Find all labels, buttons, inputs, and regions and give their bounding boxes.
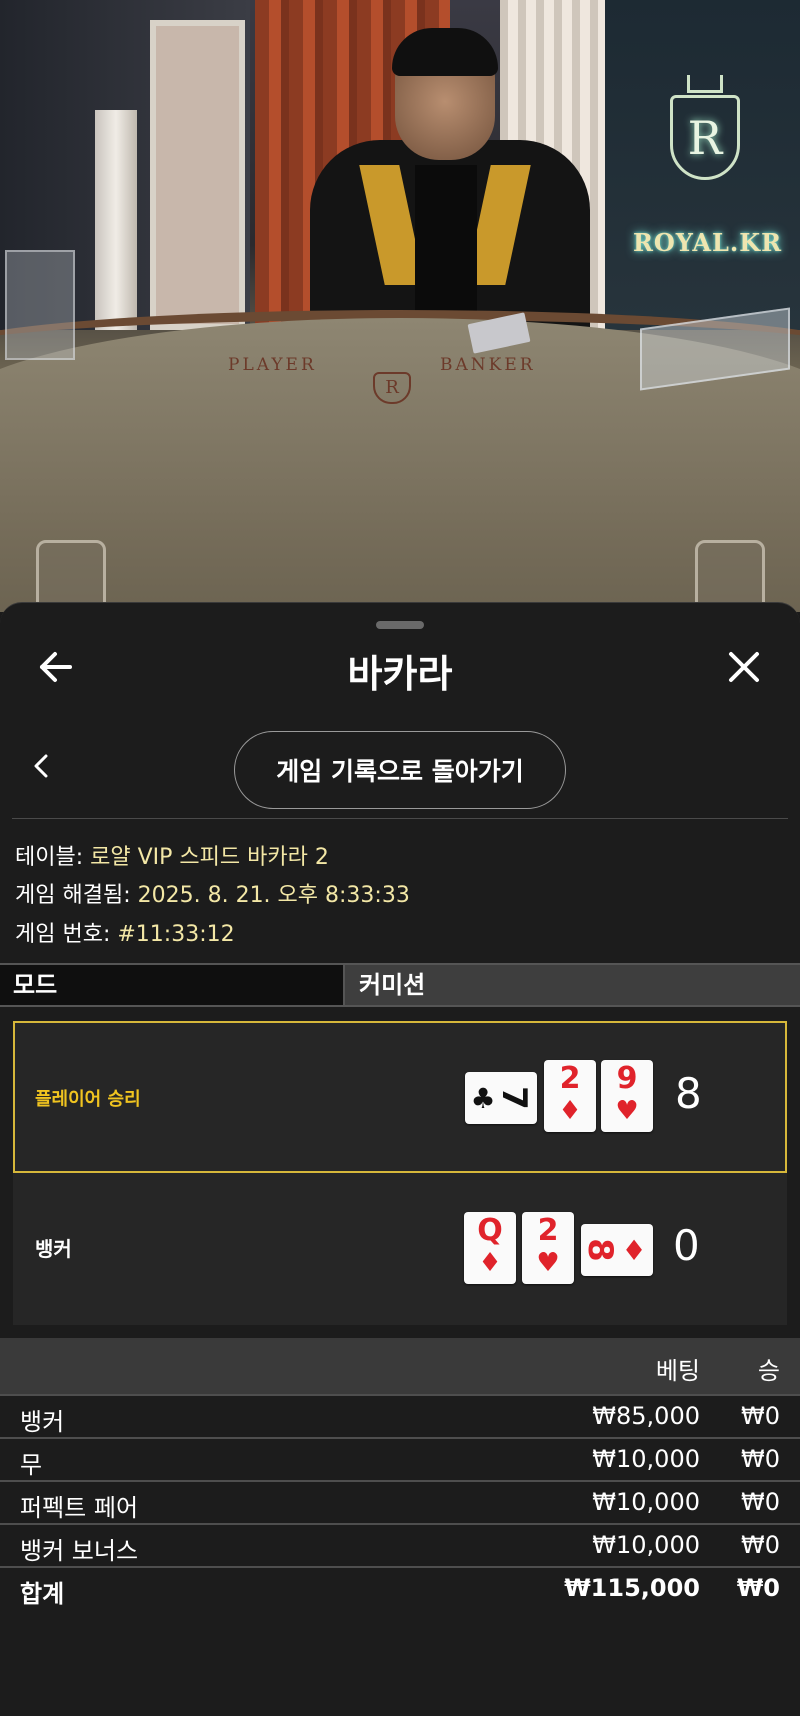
table-info: 테이블: 로얄 VIP 스피드 바카라 2 <box>15 839 329 871</box>
total-bet-amount: ₩115,000 <box>564 1574 700 1602</box>
bet-amount: ₩10,000 <box>592 1445 700 1473</box>
player-hand-label: 플레이어 승리 <box>35 1089 141 1110</box>
card-suit: ♦ <box>621 1234 646 1267</box>
close-icon[interactable] <box>724 647 764 687</box>
royal-crest-logo: R <box>650 75 760 205</box>
bet-name: 뱅커 보너스 <box>20 1537 139 1565</box>
bet-name: 뱅커 <box>20 1408 65 1436</box>
banker-hand-label: 뱅커 <box>35 1237 72 1261</box>
playing-card: ♣ 7 <box>465 1072 537 1124</box>
card-rank: 7 <box>494 1086 534 1110</box>
crest-shield: R <box>670 95 740 180</box>
resolved-info-label: 게임 해결됨: <box>15 883 138 908</box>
card-suit: ♦ <box>478 1248 502 1278</box>
bet-amount: ₩85,000 <box>592 1402 700 1430</box>
table-banker-text: BANKER <box>440 355 536 375</box>
discard-tray <box>5 250 75 360</box>
video-pillar <box>95 110 137 330</box>
playing-card: Q ♦ <box>464 1212 516 1284</box>
table-info-value: 로얄 VIP 스피드 바카라 2 <box>90 845 329 870</box>
game-history-sheet: 바카라 게임 기록으로 돌아가기 테이블: 로얄 VIP 스피드 바카라 2 게… <box>0 602 800 1716</box>
banker-score: 0 <box>673 1221 700 1270</box>
player-hand: 플레이어 승리 ♣ 7 2 ♦ 9 ♥ 8 <box>13 1021 787 1173</box>
win-column-header: 승 <box>757 1357 780 1385</box>
win-amount: ₩0 <box>741 1402 780 1430</box>
playing-card: 2 ♦ <box>544 1060 596 1132</box>
playing-card: 8 ♦ <box>580 1224 653 1276</box>
table-row: 무 ₩10,000 ₩0 <box>0 1437 800 1479</box>
mode-row: 모드 커미션 <box>0 963 800 1007</box>
mode-value: 커미션 <box>345 965 800 1005</box>
total-label: 합계 <box>20 1580 65 1608</box>
win-amount: ₩0 <box>741 1488 780 1516</box>
card-suit: ♣ <box>470 1082 495 1115</box>
table-row: 퍼펙트 페어 ₩10,000 ₩0 <box>0 1480 800 1522</box>
card-rank: 2 <box>537 1213 559 1248</box>
total-win-amount: ₩0 <box>736 1574 780 1602</box>
table-info-label: 테이블: <box>15 845 91 870</box>
brand-watermark: ROYAL.KR <box>632 228 783 257</box>
card-suit: ♥ <box>536 1248 560 1278</box>
resolved-info: 게임 해결됨: 2025. 8. 21. 오후 8:33:33 <box>15 877 410 909</box>
card-rank: 9 <box>616 1061 638 1096</box>
banker-hand: 뱅커 Q ♦ 2 ♥ 8 ♦ 0 <box>13 1173 787 1325</box>
page-title: 바카라 <box>347 652 453 696</box>
table-row: 뱅커 보너스 ₩10,000 ₩0 <box>0 1523 800 1565</box>
bet-column-header: 베팅 <box>655 1357 700 1385</box>
playing-card: 9 ♥ <box>601 1060 653 1132</box>
player-score: 8 <box>675 1069 702 1118</box>
table-player-text: PLAYER <box>228 355 317 375</box>
bet-amount: ₩10,000 <box>592 1531 700 1559</box>
bet-name: 퍼펙트 페어 <box>20 1494 139 1522</box>
card-suit: ♥ <box>615 1096 639 1126</box>
win-amount: ₩0 <box>741 1531 780 1559</box>
card-rank: 2 <box>559 1061 581 1096</box>
resolved-info-value: 2025. 8. 21. 오후 8:33:33 <box>137 883 410 908</box>
bet-name: 무 <box>20 1451 43 1479</box>
dealer-hair <box>392 28 498 76</box>
dealer-shirt <box>415 165 477 315</box>
divider <box>12 818 788 819</box>
live-video: R ROYAL.KR PLAYER BANKER R <box>0 0 800 612</box>
card-rank: 8 <box>581 1238 620 1262</box>
video-doorframe <box>150 20 245 330</box>
card-suit: ♦ <box>558 1096 582 1126</box>
chevron-left-icon[interactable] <box>30 751 54 781</box>
table-row: 뱅커 ₩85,000 ₩0 <box>0 1394 800 1436</box>
mode-label: 모드 <box>0 965 345 1005</box>
total-row: 합계 ₩115,000 ₩0 <box>0 1566 800 1608</box>
game-number-label: 게임 번호: <box>15 922 118 947</box>
return-to-history-button[interactable]: 게임 기록으로 돌아가기 <box>234 731 566 809</box>
game-number-info: 게임 번호: #11:33:12 <box>15 916 235 948</box>
bet-amount: ₩10,000 <box>592 1488 700 1516</box>
sheet-drag-handle[interactable] <box>376 621 424 629</box>
game-number-value: #11:33:12 <box>117 922 235 947</box>
win-amount: ₩0 <box>741 1445 780 1473</box>
card-rank: Q <box>477 1213 503 1248</box>
bets-table-header: 베팅 승 <box>0 1338 800 1394</box>
crown-icon <box>687 75 723 93</box>
playing-card: 2 ♥ <box>522 1212 574 1284</box>
